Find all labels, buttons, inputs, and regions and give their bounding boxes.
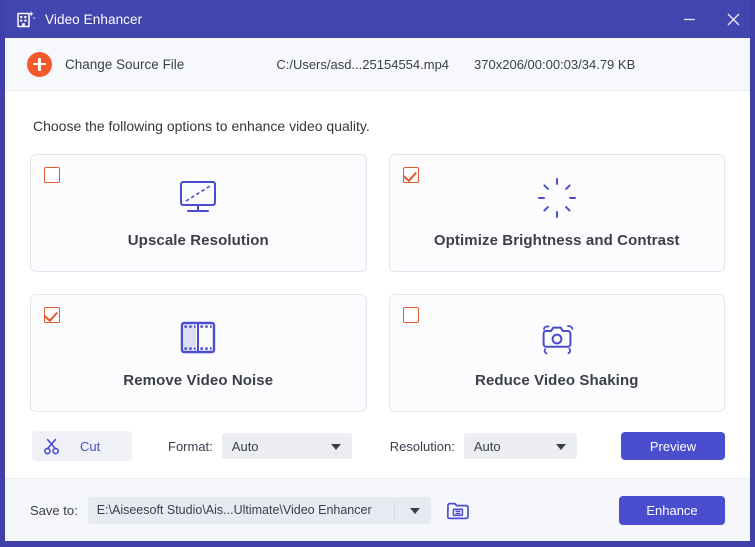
- brightness-sun-icon: [535, 176, 579, 220]
- close-button[interactable]: [711, 0, 750, 38]
- option-card-upscale-resolution[interactable]: Upscale Resolution: [30, 154, 367, 272]
- format-select[interactable]: Auto: [221, 433, 352, 459]
- change-source-file-button[interactable]: Change Source File: [65, 57, 184, 72]
- title-bar: Video Enhancer: [5, 0, 750, 38]
- window-title: Video Enhancer: [45, 11, 143, 27]
- folder-open-icon: [446, 500, 470, 521]
- enhance-button[interactable]: Enhance: [619, 495, 725, 525]
- main-content: Choose the following options to enhance …: [5, 91, 750, 478]
- source-file-bar: Change Source File C:/Users/asd...251545…: [5, 38, 750, 91]
- chevron-down-icon: [330, 443, 341, 450]
- cut-label: Cut: [80, 438, 101, 454]
- checkbox-optimize-brightness-contrast[interactable]: [402, 167, 419, 183]
- monitor-icon: [175, 176, 221, 220]
- resolution-select[interactable]: Auto: [463, 433, 577, 459]
- open-folder-button[interactable]: [445, 498, 471, 522]
- save-to-path-value: E:\Aiseesoft Studio\Ais...Ultimate\Video…: [96, 503, 372, 517]
- source-file-meta: 370x206/00:00:03/34.79 KB: [474, 56, 636, 72]
- window-controls: [667, 0, 750, 38]
- source-file-path: C:/Users/asd...25154554.mp4: [276, 56, 450, 72]
- save-to-label: Save to:: [30, 502, 78, 518]
- option-label-remove-video-noise: Remove Video Noise: [123, 372, 274, 389]
- resolution-label: Resolution:: [389, 438, 455, 454]
- bottom-bar: Save to: E:\Aiseesoft Studio\Ais...Ultim…: [5, 478, 750, 541]
- film-strip-icon: [176, 316, 220, 360]
- cut-button[interactable]: Cut: [32, 431, 132, 461]
- save-to-path-select[interactable]: E:\Aiseesoft Studio\Ais...Ultimate\Video…: [87, 496, 431, 524]
- checkbox-remove-video-noise[interactable]: [44, 307, 60, 323]
- option-card-remove-video-noise[interactable]: Remove Video Noise: [30, 294, 367, 412]
- format-label: Format:: [168, 438, 213, 454]
- instruction-text: Choose the following options to enhance …: [33, 118, 370, 134]
- camera-stabilize-icon: [534, 316, 580, 360]
- chevron-down-icon: [555, 443, 566, 450]
- checkbox-reduce-video-shaking[interactable]: [402, 307, 419, 323]
- checkbox-upscale-resolution[interactable]: [44, 167, 60, 183]
- video-enhancer-window: Video Enhancer Change Source File C:/Use…: [0, 0, 755, 547]
- scissors-icon: [43, 438, 60, 455]
- path-divider: [393, 500, 395, 520]
- option-label-upscale-resolution: Upscale Resolution: [127, 232, 269, 249]
- option-card-optimize-brightness-contrast[interactable]: Optimize Brightness and Contrast: [388, 154, 725, 272]
- controls-row: Cut Format: Auto Resolution: Auto Previe…: [30, 431, 725, 461]
- option-card-reduce-video-shaking[interactable]: Reduce Video Shaking: [388, 294, 725, 412]
- minimize-button[interactable]: [667, 0, 711, 38]
- video-enhancer-icon: [17, 10, 36, 29]
- enhance-options-grid: Upscale Resolution Optimize Brightness a…: [30, 154, 725, 412]
- option-label-reduce-video-shaking: Reduce Video Shaking: [475, 372, 639, 389]
- plus-circle-icon[interactable]: [27, 51, 52, 77]
- preview-button[interactable]: Preview: [621, 432, 725, 460]
- chevron-down-icon: [409, 507, 420, 514]
- resolution-select-value: Auto: [473, 438, 501, 454]
- format-select-value: Auto: [231, 438, 259, 454]
- option-label-optimize-brightness-contrast: Optimize Brightness and Contrast: [433, 232, 680, 249]
